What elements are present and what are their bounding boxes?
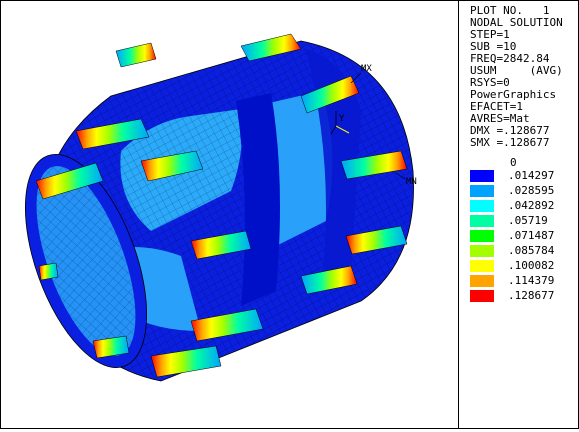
legend-row: .028595 [470,183,578,198]
legend-value: .014297 [508,169,555,182]
graphics-viewport[interactable]: Y MX MN [1,1,457,427]
legend-row: .100082 [470,258,578,273]
legend-row: .114379 [470,273,578,288]
legend-value: .028595 [508,184,555,197]
info-smx: SMX =.128677 [470,136,550,149]
legend-swatch [470,170,494,182]
legend-row: .042892 [470,198,578,213]
legend-swatch [470,275,494,287]
legend-swatch [470,245,494,257]
legend-value: .085784 [508,244,555,257]
fea-model-render: Y MX MN [24,33,417,382]
legend-row: .071487 [470,228,578,243]
legend-swatch [470,215,494,227]
blade [115,42,157,68]
legend-row: .085784 [470,243,578,258]
legend-value: .100082 [508,259,555,272]
legend-swatch [470,260,494,272]
max-marker-label: MX [361,64,372,74]
legend-value: .114379 [508,274,555,287]
legend-row: .05719 [470,213,578,228]
legend-swatch [470,200,494,212]
legend-swatch [470,230,494,242]
legend-swatch [470,185,494,197]
legend-value: .05719 [508,214,548,227]
legend-value: .042892 [508,199,555,212]
min-marker-label: MN [406,177,417,187]
y-axis-label: Y [339,114,345,124]
legend-swatch [470,290,494,302]
blade [38,262,59,281]
legend-value: .128677 [508,289,555,302]
contour-legend: .014297 .028595 .042892 .05719 .071487 .08578… [470,168,578,303]
panel-divider [458,0,459,429]
plot-info-panel: PLOT NO. 1 NODAL SOLUTION STEP=1 SUB =10… [470,5,578,149]
legend-row: .014297 [470,168,578,183]
legend-row: .128677 [470,288,578,303]
legend-value: .071487 [508,229,555,242]
